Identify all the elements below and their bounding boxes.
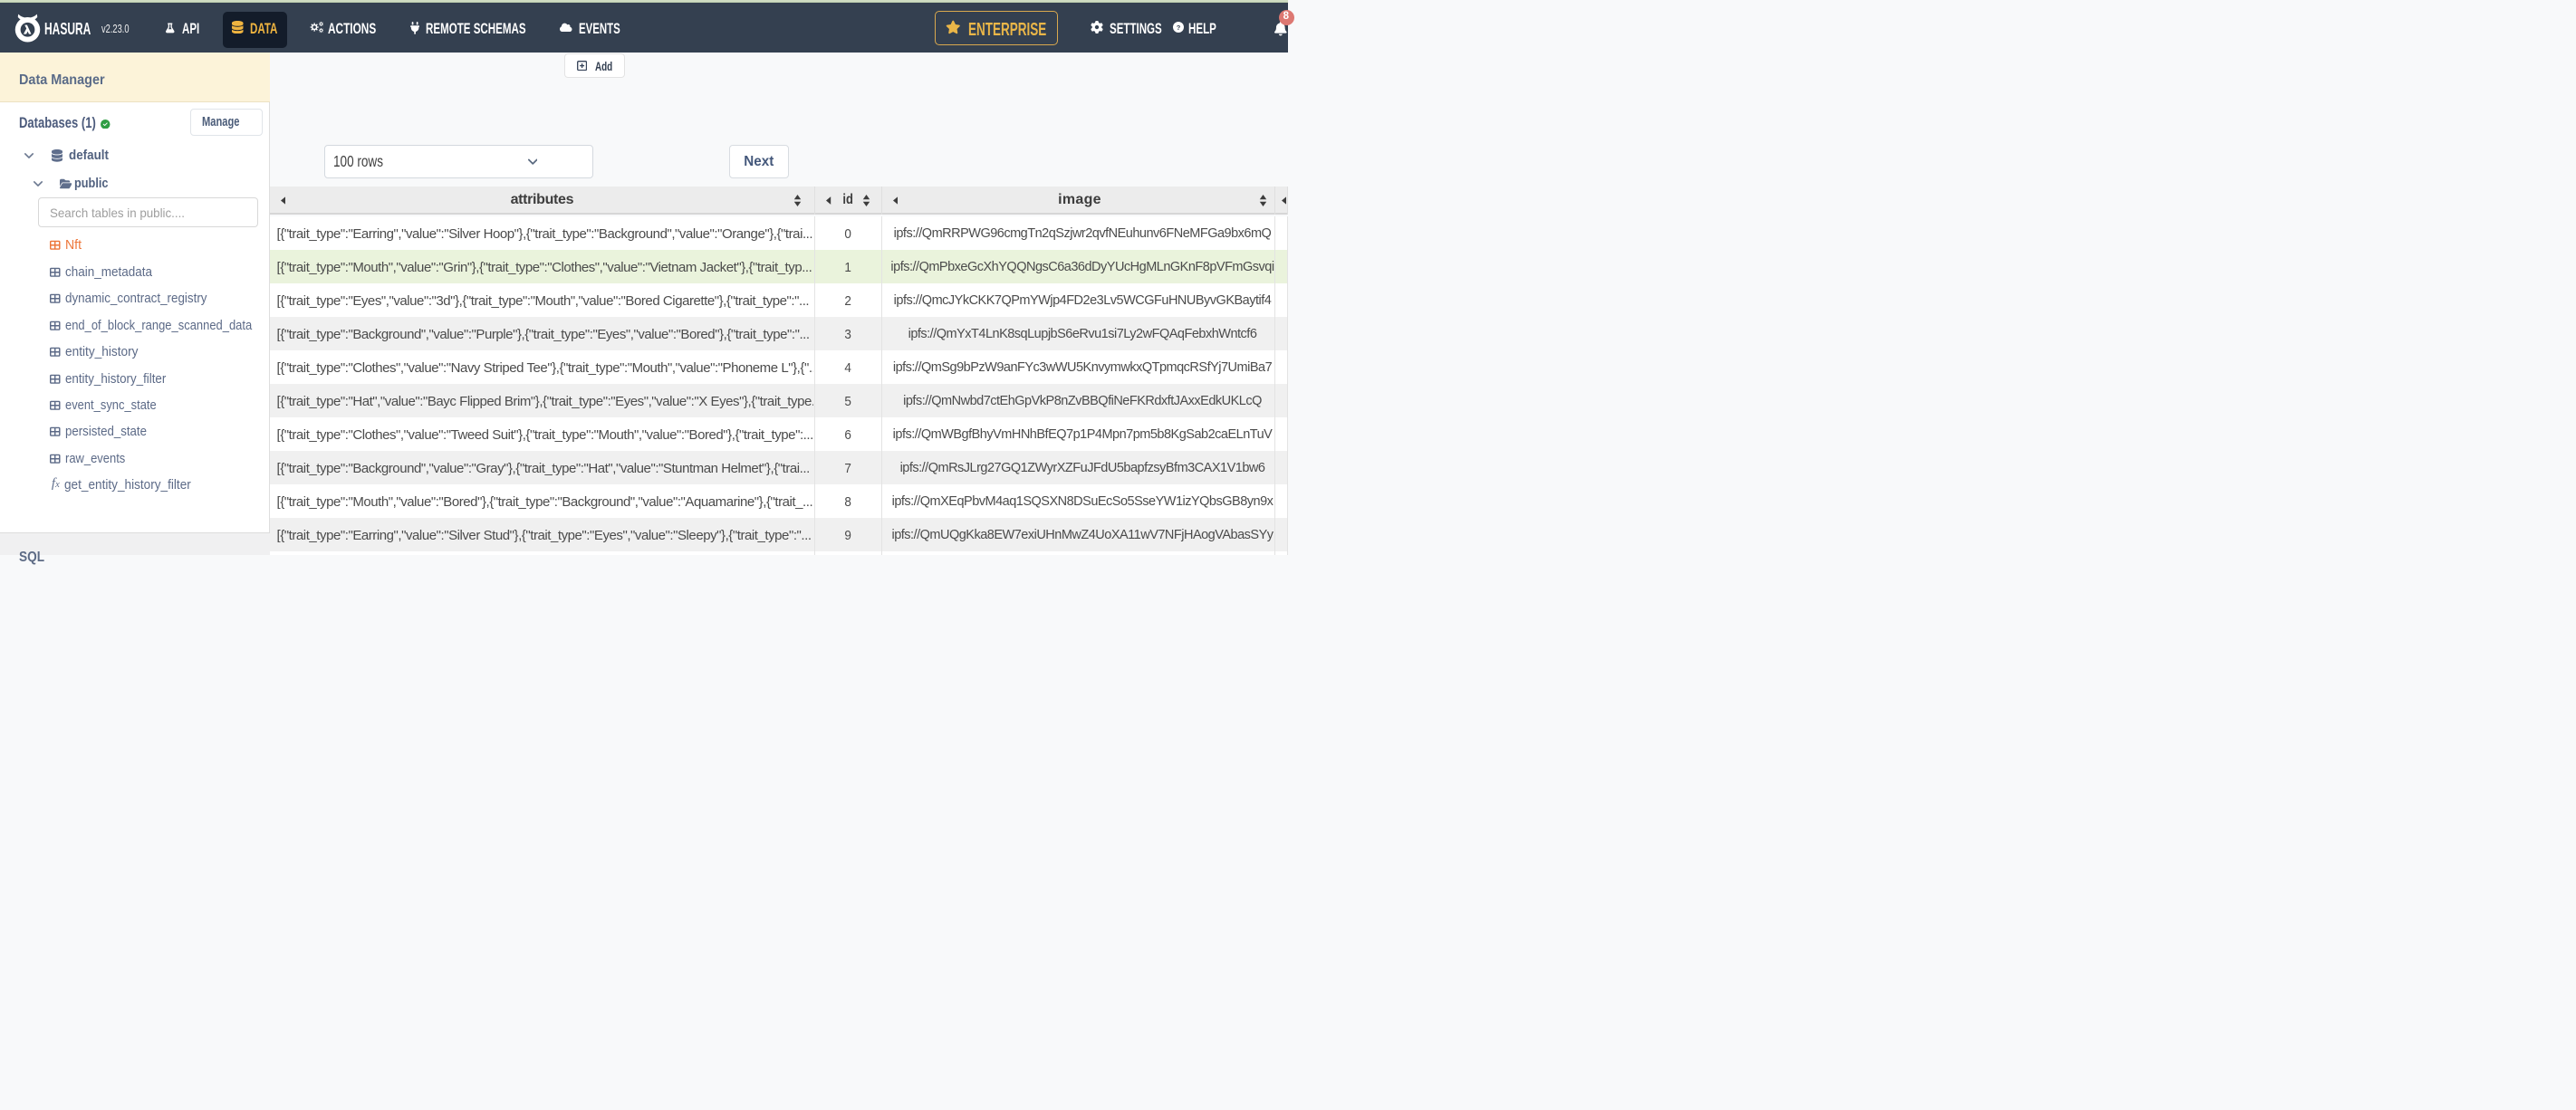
svg-text:?: ? — [1177, 24, 1181, 32]
